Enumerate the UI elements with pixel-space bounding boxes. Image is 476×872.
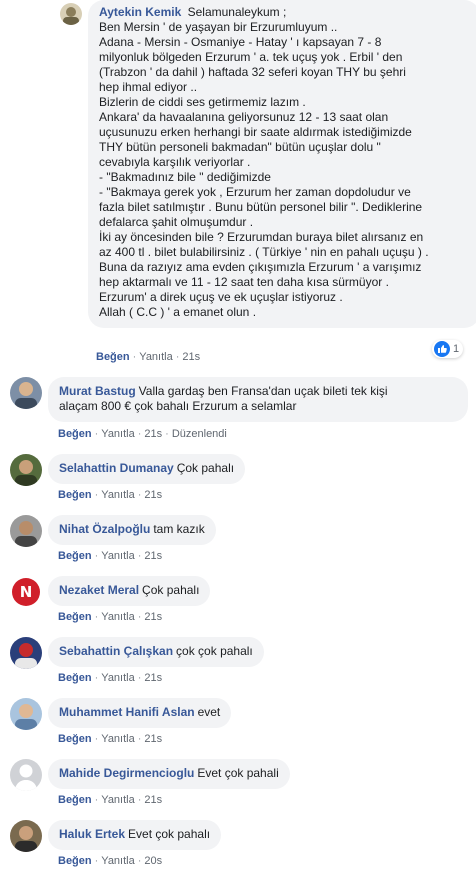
comment-text: Evet çok pahali (197, 766, 279, 780)
comment-author[interactable]: Aytekin Kemik (99, 5, 181, 19)
comment-thread: Aytekin Kemik Selamunaleykum ; Ben Mersi… (0, 0, 476, 872)
like-button[interactable]: Beğen (58, 428, 92, 440)
like-button[interactable]: Beğen (58, 733, 92, 745)
comment-author[interactable]: Murat Bastug (59, 384, 136, 398)
like-button[interactable]: Beğen (58, 611, 92, 623)
comment-actions: Beğen · Yanıtla · 21s (58, 733, 163, 745)
avatar[interactable]: N (10, 576, 42, 608)
comment-bubble: Aytekin Kemik Selamunaleykum ; Ben Mersi… (88, 0, 476, 328)
comment-actions: Beğen · Yanıtla · 21s (58, 794, 163, 806)
avatar[interactable] (10, 820, 42, 852)
comment-author[interactable]: Selahattin Dumanay (59, 461, 174, 475)
reply-button[interactable]: Yanıtla (139, 351, 172, 363)
comment: Murat Bastug Valla gardaş ben Fransa'dan … (10, 377, 468, 422)
avatar[interactable] (10, 698, 42, 730)
avatar[interactable] (10, 515, 42, 547)
comment-text: evet (197, 705, 221, 719)
comment-text: tam kazık (153, 522, 205, 536)
like-button[interactable]: Beğen (58, 489, 92, 501)
comment-text: Çok pahalı (142, 583, 200, 597)
comment: Selahattin Dumanay Çok pahalı (10, 454, 246, 486)
comment-body: Selamunaleykum ; Ben Mersin ' de yaşayan… (99, 5, 429, 319)
comment: Muhammet Hanifi Aslan evet (10, 698, 232, 730)
reply-button[interactable]: Yanıtla (101, 794, 134, 806)
comment-time[interactable]: 21s (144, 794, 162, 806)
comment-time[interactable]: 21s (144, 428, 162, 440)
reply-button[interactable]: Yanıtla (101, 611, 134, 623)
comment-time[interactable]: 20s (144, 855, 162, 867)
comment-text: Çok pahalı (176, 461, 235, 475)
avatar[interactable] (10, 454, 42, 486)
comment: Mahide Degirmencioglu Evet çok pahali (10, 759, 290, 791)
avatar[interactable] (60, 3, 82, 25)
comment-actions: Beğen · Yanıtla · 21s (58, 489, 163, 501)
comment-time[interactable]: 21s (144, 489, 162, 501)
reply-button[interactable]: Yanıtla (101, 428, 134, 440)
reaction-count: 1 (453, 343, 460, 355)
comment-actions: Beğen · Yanıtla · 21s (58, 672, 163, 684)
reply-button[interactable]: Yanıtla (101, 855, 134, 867)
comment-author[interactable]: Nezaket Meral (59, 583, 139, 597)
comment-bubble: Nihat Özalpoğlu tam kazık (48, 515, 216, 545)
reply-button[interactable]: Yanıtla (101, 672, 134, 684)
comment-actions: Beğen · Yanıtla · 21s (96, 351, 201, 363)
comment-time[interactable]: 21s (144, 550, 162, 562)
comment-text-line-2: alaçam 800 € çok bahalı Erzurum a selaml… (59, 399, 297, 413)
reaction-badge[interactable]: 1 (432, 340, 464, 358)
reply-button[interactable]: Yanıtla (101, 489, 134, 501)
comment-author[interactable]: Sebahattin Çalışkan (59, 644, 173, 658)
like-button[interactable]: Beğen (96, 351, 130, 363)
comment: Sebahattin Çalışkan çok çok pahalı (10, 637, 264, 669)
reply-button[interactable]: Yanıtla (101, 550, 134, 562)
comment-actions: Beğen · Yanıtla · 20s (58, 855, 163, 867)
comment-time[interactable]: 21s (182, 351, 200, 363)
reply-comment: Aytekin Kemik Selamunaleykum ; Ben Mersi… (60, 0, 476, 328)
like-button[interactable]: Beğen (58, 855, 92, 867)
comment-time[interactable]: 21s (144, 611, 162, 623)
like-button[interactable]: Beğen (58, 672, 92, 684)
comment-text: Evet çok pahalı (128, 827, 211, 841)
comment-bubble: Mahide Degirmencioglu Evet çok pahali (48, 759, 290, 789)
edited-label[interactable]: Düzenlendi (172, 428, 227, 440)
reply-button[interactable]: Yanıtla (101, 733, 134, 745)
comment: Haluk Ertek Evet çok pahalı (10, 820, 222, 852)
comment-actions: Beğen · Yanıtla · 21s (58, 611, 163, 623)
comment-author[interactable]: Muhammet Hanifi Aslan (59, 705, 195, 719)
comment-bubble: Nezaket Meral Çok pahalı (48, 576, 211, 606)
comment-author[interactable]: Mahide Degirmencioglu (59, 766, 194, 780)
like-reaction-icon (434, 341, 450, 357)
comment-author[interactable]: Nihat Özalpoğlu (59, 522, 150, 536)
avatar[interactable] (10, 759, 42, 791)
comment-bubble: Sebahattin Çalışkan çok çok pahalı (48, 637, 264, 667)
like-button[interactable]: Beğen (58, 550, 92, 562)
comment-author[interactable]: Haluk Ertek (59, 827, 125, 841)
comment-time[interactable]: 21s (144, 672, 162, 684)
comment-bubble: Haluk Ertek Evet çok pahalı (48, 820, 222, 850)
avatar[interactable] (10, 377, 42, 409)
avatar[interactable] (10, 637, 42, 669)
comment: N Nezaket Meral Çok pahalı (10, 576, 211, 608)
svg-text:N: N (20, 583, 33, 601)
comment-time[interactable]: 21s (144, 733, 162, 745)
comment-bubble: Muhammet Hanifi Aslan evet (48, 698, 232, 728)
comment-text: çok çok pahalı (176, 644, 253, 658)
comment-actions: Beğen · Yanıtla · 21s (58, 550, 163, 562)
comment-bubble: Murat Bastug Valla gardaş ben Fransa'dan … (48, 377, 468, 422)
comment: Nihat Özalpoğlu tam kazık (10, 515, 216, 547)
like-button[interactable]: Beğen (58, 794, 92, 806)
comment-actions: Beğen · Yanıtla · 21s · Düzenlendi (58, 428, 227, 440)
comment-text: Valla gardaş ben Fransa'dan uçak bileti … (138, 384, 388, 398)
comment-bubble: Selahattin Dumanay Çok pahalı (48, 454, 246, 484)
